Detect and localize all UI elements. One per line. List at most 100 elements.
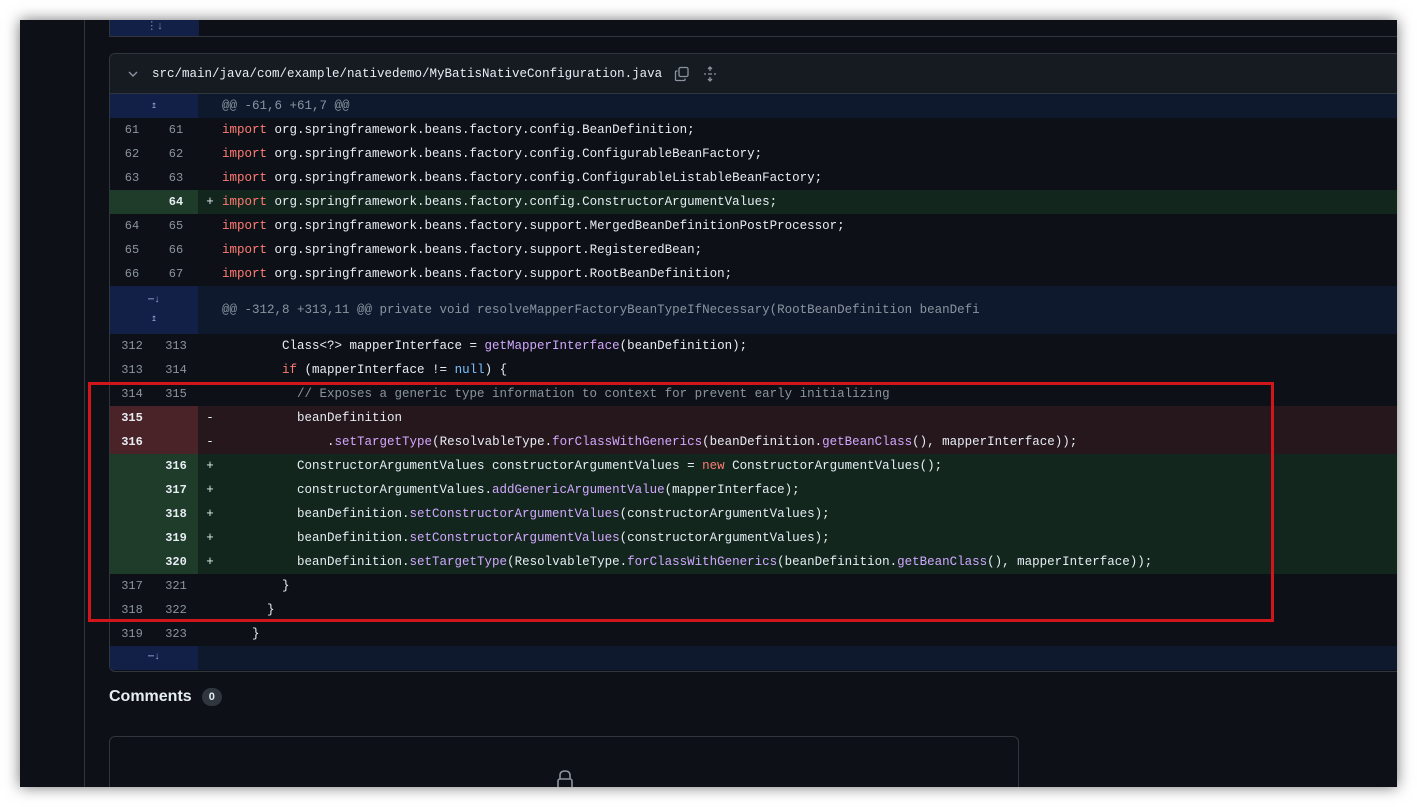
diff-sign: + [206,507,214,521]
code-text: import org.springframework.beans.factory… [222,190,1397,214]
old-line-number[interactable] [110,526,154,550]
diff-sign [198,334,222,358]
old-line-number[interactable]: 62 [110,142,154,166]
new-line-number[interactable]: 320 [154,550,198,574]
old-line-number[interactable]: 317 [110,574,154,598]
diff-line[interactable]: 314 315 // Exposes a generic type inform… [110,382,1397,406]
new-line-number[interactable]: 322 [154,598,198,622]
old-line-number[interactable]: 63 [110,166,154,190]
diff-line[interactable]: 63 63 import org.springframework.beans.f… [110,166,1397,190]
old-line-number[interactable]: 65 [110,238,154,262]
hunk-header: @@ -312,8 +313,11 @@ private void resolv… [222,303,980,317]
diff-line[interactable]: 64 65 import org.springframework.beans.f… [110,214,1397,238]
code-text: beanDefinition.setConstructorArgumentVal… [222,502,1397,526]
old-line-number[interactable]: 314 [110,382,154,406]
diff-line-removed[interactable]: 315 - beanDefinition [110,406,1397,430]
old-line-number[interactable] [110,502,154,526]
method-name: setTargetType [334,435,433,449]
old-line-number[interactable]: 312 [110,334,154,358]
code-segment: org.springframework.beans.factory.config… [267,171,823,185]
new-line-number[interactable]: 318 [154,502,198,526]
keyword: import [222,219,268,233]
new-line-number[interactable]: 63 [154,166,198,190]
expand-down-button[interactable]: ⋮↓ [110,20,199,36]
chevron-down-icon[interactable] [128,69,138,79]
old-line-number[interactable] [110,454,154,478]
diff-line-added[interactable]: 320 + beanDefinition.setTargetType(Resol… [110,550,1397,574]
new-line-number[interactable]: 314 [154,358,198,382]
new-line-number[interactable] [154,406,198,430]
new-line-number[interactable]: 323 [154,622,198,646]
old-line-number[interactable]: 64 [110,214,154,238]
expand-up-button[interactable]: ↥ [110,94,198,118]
code-segment: ConstructorArgumentValues(); [724,459,943,473]
method-name: getBeanClass [897,555,988,569]
old-line-number[interactable]: 318 [110,598,154,622]
new-line-number[interactable]: 321 [154,574,198,598]
new-line-number[interactable]: 64 [154,190,198,214]
diff-line[interactable]: 317 321 } [110,574,1397,598]
expand-down-icon: ⋯↓ [147,652,161,663]
new-line-number[interactable]: 61 [154,118,198,142]
code-segment: beanDefinition. [222,507,410,521]
code-segment: org.springframework.beans.factory.suppor… [267,243,703,257]
old-line-number[interactable]: 315 [110,406,154,430]
old-line-number[interactable]: 316 [110,430,154,454]
code-segment: (beanDefinition. [777,555,898,569]
copy-icon[interactable] [674,66,690,82]
expand-buttons[interactable]: ⋯↓ ↥ [110,286,198,334]
diff-line-added[interactable]: 319 + beanDefinition.setConstructorArgum… [110,526,1397,550]
new-line-number[interactable]: 65 [154,214,198,238]
new-line-number[interactable]: 66 [154,238,198,262]
code-segment: (), mapperInterface)); [987,555,1153,569]
expand-down-button[interactable]: ⋯↓ [110,646,198,670]
expand-down-icon[interactable]: ⋯↓ [148,295,160,306]
code-text: import org.springframework.beans.factory… [222,214,1397,238]
old-line-number[interactable]: 61 [110,118,154,142]
code-text: ConstructorArgumentValues constructorArg… [222,454,1397,478]
old-line-number[interactable] [110,478,154,502]
new-line-number[interactable]: 317 [154,478,198,502]
old-line-number[interactable]: 66 [110,262,154,286]
unfold-icon[interactable] [702,65,718,82]
code-segment: ) { [484,363,508,377]
old-line-number[interactable]: 313 [110,358,154,382]
new-line-number[interactable] [154,430,198,454]
new-line-number[interactable]: 316 [154,454,198,478]
new-line-number[interactable]: 62 [154,142,198,166]
diff-line-added[interactable]: 317 + constructorArgumentValues.addGener… [110,478,1397,502]
new-line-number[interactable]: 319 [154,526,198,550]
diff-line[interactable]: 61 61 import org.springframework.beans.f… [110,118,1397,142]
file-path[interactable]: src/main/java/com/example/nativedemo/MyB… [152,67,662,81]
diff-line[interactable]: 62 62 import org.springframework.beans.f… [110,142,1397,166]
diff-line[interactable]: 312 313 Class<?> mapperInterface = getMa… [110,334,1397,358]
diff-line-added[interactable]: 318 + beanDefinition.setConstructorArgum… [110,502,1397,526]
diff-line[interactable]: 66 67 import org.springframework.beans.f… [110,262,1397,286]
diff-sign [198,358,222,382]
code-segment: (mapperInterface != [297,363,455,377]
diff-line[interactable]: 65 66 import org.springframework.beans.f… [110,238,1397,262]
expand-up-icon[interactable]: ↥ [151,314,157,325]
code-segment: constructorArgumentValues. [222,483,493,497]
diff-line-added[interactable]: 64 + import org.springframework.beans.fa… [110,190,1397,214]
method-name: forClassWithGenerics [552,435,703,449]
keyword: import [222,171,268,185]
diff-line[interactable]: 318 322 } [110,598,1397,622]
diff-sign [198,166,222,190]
diff-sign: + [206,531,214,545]
diff-sign: - [206,435,214,449]
old-line-number[interactable] [110,190,154,214]
diff-line[interactable]: 313 314 if (mapperInterface != null) { [110,358,1397,382]
old-line-number[interactable]: 319 [110,622,154,646]
old-line-number[interactable] [110,550,154,574]
code-segment: org.springframework.beans.factory.suppor… [267,219,845,233]
diff-line-removed[interactable]: 316 - .setTargetType(ResolvableType.forC… [110,430,1397,454]
keyword: if [282,363,298,377]
new-line-number[interactable]: 313 [154,334,198,358]
new-line-number[interactable]: 67 [154,262,198,286]
diff-line-added[interactable]: 316 + ConstructorArgumentValues construc… [110,454,1397,478]
literal: null [454,363,485,377]
new-line-number[interactable]: 315 [154,382,198,406]
diff-line[interactable]: 319 323 } [110,622,1397,646]
keyword: import [222,267,268,281]
